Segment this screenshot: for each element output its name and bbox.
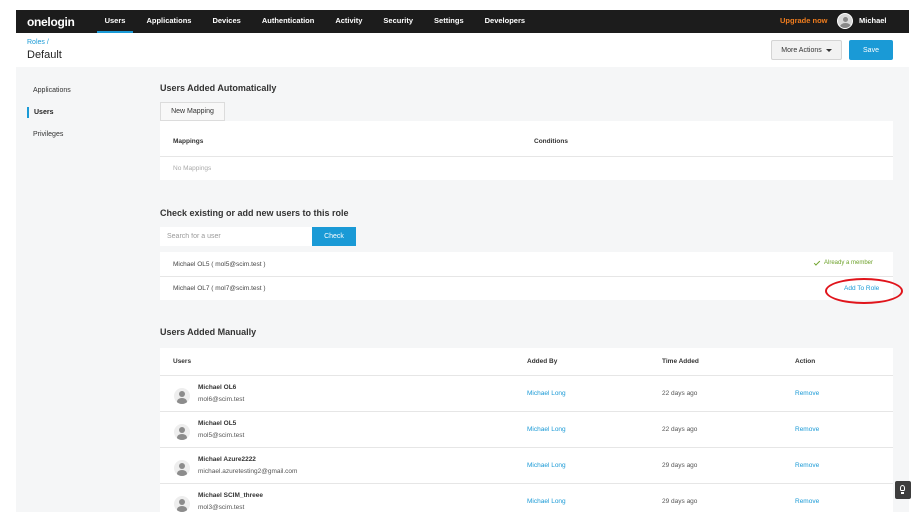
- checkmark-icon: [813, 258, 821, 266]
- user-avatar-icon: [174, 496, 190, 512]
- conditions-column-header: Conditions: [534, 138, 568, 145]
- help-button[interactable]: [895, 481, 911, 499]
- row-user-name[interactable]: Michael OL5: [198, 420, 236, 427]
- check-section-title: Check existing or add new users to this …: [160, 208, 349, 218]
- row-added-by-link[interactable]: Michael Long: [527, 426, 566, 433]
- nav-settings[interactable]: Settings: [426, 10, 472, 33]
- row-user-email: mol6@scim.test: [198, 396, 245, 403]
- remove-button[interactable]: Remove: [795, 498, 819, 505]
- remove-button[interactable]: Remove: [795, 390, 819, 397]
- nav-developers[interactable]: Developers: [477, 10, 533, 33]
- row-user-email: mol5@scim.test: [198, 432, 245, 439]
- app-frame: onelogin Users Applications Devices Auth…: [16, 10, 909, 512]
- onelogin-logo[interactable]: onelogin: [27, 15, 75, 29]
- nav-security[interactable]: Security: [375, 10, 421, 33]
- row-user-email: michael.azuretesting2@gmail.com: [198, 468, 298, 475]
- user-avatar-icon[interactable]: [837, 13, 853, 29]
- more-actions-label: More Actions: [781, 46, 822, 54]
- breadcrumb-roles[interactable]: Roles /: [27, 39, 49, 46]
- time-added-column-header: Time Added: [662, 358, 699, 365]
- divider: [160, 375, 893, 376]
- mappings-column-header: Mappings: [173, 138, 204, 145]
- user-avatar-icon: [174, 424, 190, 440]
- already-member-label: Already a member: [824, 260, 874, 266]
- divider: [160, 156, 893, 157]
- lightbulb-icon: [900, 485, 905, 491]
- nav-activity[interactable]: Activity: [327, 10, 370, 33]
- nav-authentication[interactable]: Authentication: [254, 10, 323, 33]
- more-actions-button[interactable]: More Actions: [771, 40, 842, 60]
- check-button[interactable]: Check: [312, 227, 356, 246]
- row-time-added: 22 days ago: [662, 390, 698, 397]
- row-time-added: 29 days ago: [662, 498, 698, 505]
- row-added-by-link[interactable]: Michael Long: [527, 462, 566, 469]
- user-avatar-icon: [174, 388, 190, 404]
- row-time-added: 22 days ago: [662, 426, 698, 433]
- new-mapping-button[interactable]: New Mapping: [160, 102, 225, 121]
- chevron-down-icon: [825, 48, 832, 52]
- save-button[interactable]: Save: [849, 40, 893, 60]
- auto-section-title: Users Added Automatically: [160, 83, 277, 93]
- divider: [160, 447, 893, 448]
- page-title: Default: [27, 49, 62, 61]
- row-time-added: 29 days ago: [662, 462, 698, 469]
- manual-section-title: Users Added Manually: [160, 327, 257, 337]
- divider: [160, 411, 893, 412]
- row-added-by-link[interactable]: Michael Long: [527, 498, 566, 505]
- nav-applications[interactable]: Applications: [138, 10, 199, 33]
- sidebar-item-applications[interactable]: Applications: [27, 85, 71, 96]
- highlight-circle: [825, 278, 903, 304]
- row-user-name[interactable]: Michael SCIM_threee: [198, 492, 263, 499]
- user-avatar-icon: [174, 460, 190, 476]
- search-user-input[interactable]: [160, 227, 312, 246]
- row-user-email: mol3@scim.test: [198, 504, 245, 511]
- check-results: [160, 252, 893, 300]
- mappings-table: [160, 121, 893, 180]
- result-row-2-text: Michael OL7 ( mol7@scim.test ): [173, 285, 266, 292]
- lightbulb-stem: [901, 492, 904, 494]
- row-user-name[interactable]: Michael OL6: [198, 384, 236, 391]
- result-row-1-text: Michael OL5 ( mol5@scim.test ): [173, 261, 266, 268]
- row-user-name[interactable]: Michael Azure2222: [198, 456, 256, 463]
- sidebar-item-users[interactable]: Users: [27, 107, 53, 118]
- row-added-by-link[interactable]: Michael Long: [527, 390, 566, 397]
- action-column-header: Action: [795, 358, 816, 365]
- nav-users[interactable]: Users: [96, 10, 134, 33]
- divider: [160, 483, 893, 484]
- already-member-status: Already a member: [813, 258, 874, 266]
- divider: [160, 276, 893, 277]
- top-nav: onelogin Users Applications Devices Auth…: [16, 10, 909, 33]
- empty-mappings-text: No Mappings: [173, 165, 212, 172]
- added-by-column-header: Added By: [527, 358, 558, 365]
- user-menu[interactable]: Michael: [859, 10, 887, 33]
- upgrade-now-link[interactable]: Upgrade now: [780, 10, 828, 33]
- sidebar-item-privileges[interactable]: Privileges: [27, 129, 63, 140]
- users-column-header: Users: [173, 358, 192, 365]
- page-header: Roles / Default More Actions Save: [16, 33, 909, 67]
- remove-button[interactable]: Remove: [795, 462, 819, 469]
- nav-devices[interactable]: Devices: [204, 10, 248, 33]
- remove-button[interactable]: Remove: [795, 426, 819, 433]
